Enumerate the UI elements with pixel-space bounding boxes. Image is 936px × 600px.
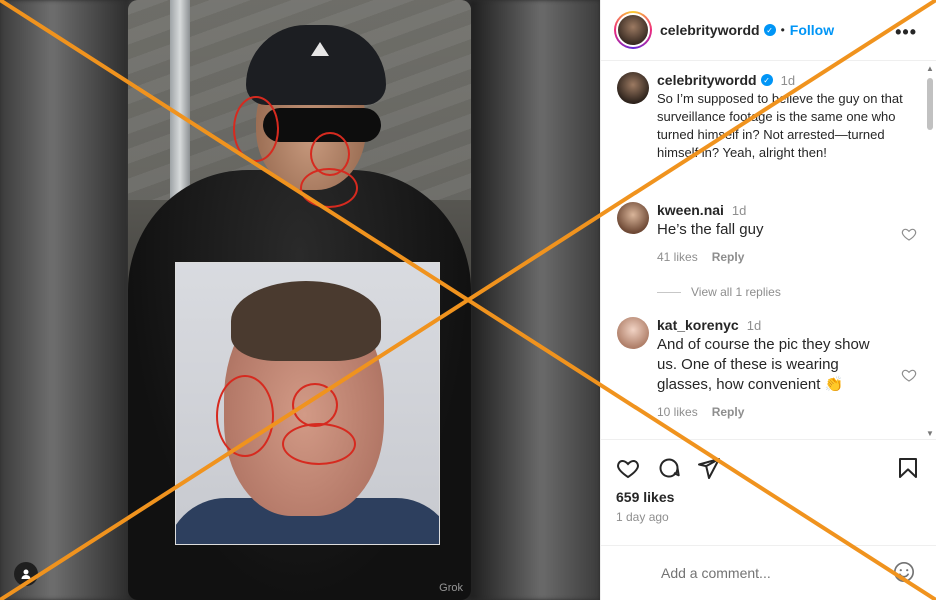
scroll-down-arrow-icon[interactable]: ▼ [926, 429, 934, 438]
share-icon[interactable] [697, 456, 721, 480]
comment-likes[interactable]: 10 likes [657, 405, 698, 419]
comment-text: And of course the pic they show us. One … [657, 336, 870, 393]
post-info-panel: celebritywordd ✓ • Follow ••• celebrityw… [600, 0, 936, 600]
view-replies-label: View all 1 replies [691, 285, 781, 299]
verified-icon: ✓ [760, 74, 773, 86]
caption-avatar[interactable] [617, 72, 649, 104]
heart-icon[interactable] [616, 456, 640, 480]
comment-text: He’s the fall guy [657, 221, 764, 238]
red-circle-ear-inset [216, 375, 274, 457]
likes-count[interactable]: 659 likes [616, 489, 674, 505]
red-circle-mouth [300, 168, 358, 208]
cap-logo [311, 42, 329, 56]
mugshot-inset [175, 262, 440, 545]
comment-item: kween.nai 1d He’s the fall guy 41 likes … [617, 202, 917, 264]
profile-tag-icon[interactable] [14, 562, 38, 586]
verified-icon: ✓ [763, 24, 776, 36]
comment-item: kat_korenyc 1d And of course the pic the… [617, 317, 917, 419]
commenter-username[interactable]: kat_korenyc [657, 317, 739, 333]
red-circle-ear [233, 96, 279, 162]
comment-time: 1d [746, 317, 762, 333]
author-username[interactable]: celebritywordd [660, 22, 760, 38]
replies-divider [657, 291, 681, 293]
mugshot-hair [231, 281, 381, 361]
commenter-username[interactable]: kween.nai [657, 202, 724, 218]
comment-likes[interactable]: 41 likes [657, 250, 698, 264]
scroll-up-arrow-icon[interactable]: ▲ [926, 64, 934, 73]
scrollbar-thumb[interactable] [927, 78, 933, 130]
view-replies-link[interactable]: View all 1 replies [657, 285, 781, 299]
commenter-avatar[interactable] [617, 317, 649, 349]
post-photo: Grok [128, 0, 471, 600]
add-comment-bar [601, 545, 936, 600]
post-header: celebritywordd ✓ • Follow ••• [601, 0, 936, 61]
reply-button[interactable]: Reply [712, 250, 745, 264]
emoji-icon[interactable] [893, 561, 915, 583]
add-comment-input[interactable] [661, 565, 861, 581]
comment-heart-icon[interactable] [901, 226, 917, 242]
caption-username[interactable]: celebritywordd [657, 72, 757, 88]
commenter-avatar[interactable] [617, 202, 649, 234]
comment-time: 1d [731, 202, 747, 218]
caption-time: 1d [780, 72, 796, 88]
comment-icon[interactable] [657, 456, 681, 480]
post-date: 1 day ago [616, 510, 669, 524]
save-icon[interactable] [896, 456, 920, 480]
comment-heart-icon[interactable] [901, 367, 917, 383]
author-avatar[interactable] [614, 11, 652, 49]
red-circle-mouth-inset [282, 423, 356, 465]
reply-button[interactable]: Reply [712, 405, 745, 419]
more-icon[interactable]: ••• [895, 22, 917, 43]
red-circle-nose-inset [292, 383, 338, 427]
follow-button[interactable]: Follow [790, 22, 834, 38]
post-media[interactable]: Grok [0, 0, 600, 600]
action-bar [601, 452, 936, 484]
watermark-text: Grok [439, 582, 463, 594]
caption-text: So I’m supposed to believe the guy on th… [657, 91, 903, 160]
separator-dot: • [780, 23, 785, 37]
post-caption: celebritywordd ✓ 1d So I’m supposed to b… [617, 72, 917, 162]
comments-scrollbar[interactable]: ▲ ▼ [925, 62, 935, 439]
comments-list[interactable]: celebritywordd ✓ 1d So I’m supposed to b… [601, 62, 936, 440]
